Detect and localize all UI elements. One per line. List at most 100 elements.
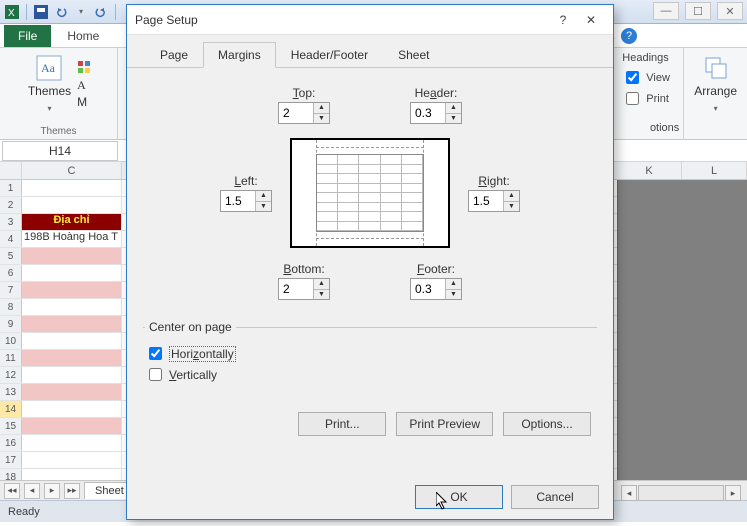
cell[interactable] — [22, 282, 122, 298]
cell[interactable] — [22, 384, 122, 400]
spin-down-icon[interactable]: ▼ — [504, 202, 519, 212]
row-header[interactable]: 6 — [0, 265, 22, 281]
bottom-margin-spinner[interactable]: ▲▼ — [278, 278, 330, 300]
column-header-k[interactable]: K — [617, 162, 682, 179]
tab-page[interactable]: Page — [145, 42, 203, 68]
tab-margins[interactable]: Margins — [203, 42, 276, 68]
view-headings-input[interactable] — [626, 71, 639, 84]
column-header-c[interactable]: C — [22, 162, 122, 179]
cell[interactable]: 198B Hoàng Hoa T — [22, 231, 122, 247]
scroll-track[interactable] — [638, 485, 724, 501]
cell[interactable] — [22, 469, 122, 480]
name-box[interactable]: H14 — [2, 141, 118, 161]
sheet-nav-first[interactable]: ◂◂ — [4, 483, 20, 499]
row-header[interactable]: 13 — [0, 384, 22, 400]
cell[interactable] — [22, 333, 122, 349]
scroll-right-button[interactable]: ▸ — [725, 485, 741, 501]
column-header-l[interactable]: L — [682, 162, 747, 179]
horizontal-scrollbar[interactable]: ◂ ▸ — [621, 484, 741, 502]
spin-up-icon[interactable]: ▲ — [446, 279, 461, 290]
center-horizontally-input[interactable] — [149, 347, 162, 360]
bottom-margin-input[interactable] — [279, 279, 313, 299]
row-header[interactable]: 7 — [0, 282, 22, 298]
cancel-button[interactable]: Cancel — [511, 485, 599, 509]
cell[interactable] — [22, 180, 122, 196]
dialog-help-button[interactable]: ? — [549, 9, 577, 31]
cell[interactable] — [22, 316, 122, 332]
dialog-titlebar[interactable]: Page Setup ? ✕ — [127, 5, 613, 35]
row-header[interactable]: 3 — [0, 214, 22, 230]
print-preview-button[interactable]: Print Preview — [396, 412, 493, 436]
spin-down-icon[interactable]: ▼ — [446, 290, 461, 300]
right-margin-spinner[interactable]: ▲▼ — [468, 190, 520, 212]
cell[interactable] — [22, 197, 122, 213]
sheet-nav-prev[interactable]: ◂ — [24, 483, 40, 499]
theme-fonts-button[interactable]: A — [77, 78, 93, 93]
dialog-close-button[interactable]: ✕ — [577, 9, 605, 31]
row-header[interactable]: 4 — [0, 231, 22, 247]
right-margin-input[interactable] — [469, 191, 503, 211]
header-margin-spinner[interactable]: ▲▼ — [410, 102, 462, 124]
scroll-left-button[interactable]: ◂ — [621, 485, 637, 501]
row-header[interactable]: 1 — [0, 180, 22, 196]
tab-header-footer[interactable]: Header/Footer — [276, 42, 383, 68]
cell[interactable] — [22, 265, 122, 281]
select-all-corner[interactable] — [0, 162, 22, 179]
row-header[interactable]: 12 — [0, 367, 22, 383]
center-vertically-input[interactable] — [149, 368, 162, 381]
header-margin-input[interactable] — [411, 103, 445, 123]
window-maximize-button[interactable]: ☐ — [685, 2, 711, 20]
theme-effects-button[interactable]: M — [77, 95, 93, 109]
sheet-nav-next[interactable]: ▸ — [44, 483, 60, 499]
undo-icon[interactable] — [53, 4, 69, 20]
left-margin-input[interactable] — [221, 191, 255, 211]
footer-margin-input[interactable] — [411, 279, 445, 299]
print-button[interactable]: Print... — [298, 412, 386, 436]
cell[interactable]: Địa chỉ — [22, 214, 122, 230]
center-horizontally-checkbox[interactable]: Horizontally — [145, 344, 595, 363]
redo-icon[interactable] — [93, 4, 109, 20]
home-tab[interactable]: Home — [57, 25, 109, 47]
cell[interactable] — [22, 452, 122, 468]
spin-down-icon[interactable]: ▼ — [446, 114, 461, 124]
window-close-button[interactable]: ✕ — [717, 2, 743, 20]
cell[interactable] — [22, 401, 122, 417]
arrange-button[interactable]: Arrange — [690, 52, 741, 116]
spin-up-icon[interactable]: ▲ — [256, 191, 271, 202]
row-header[interactable]: 9 — [0, 316, 22, 332]
row-header[interactable]: 16 — [0, 435, 22, 451]
print-headings-checkbox[interactable]: Print — [622, 89, 679, 108]
row-header[interactable]: 14 — [0, 401, 22, 417]
ok-button[interactable]: OK — [415, 485, 503, 509]
cell[interactable] — [22, 248, 122, 264]
spin-up-icon[interactable]: ▲ — [446, 103, 461, 114]
row-header[interactable]: 2 — [0, 197, 22, 213]
spin-up-icon[interactable]: ▲ — [314, 103, 329, 114]
footer-margin-spinner[interactable]: ▲▼ — [410, 278, 462, 300]
row-header[interactable]: 8 — [0, 299, 22, 315]
cell[interactable] — [22, 350, 122, 366]
cell[interactable] — [22, 418, 122, 434]
tab-sheet[interactable]: Sheet — [383, 42, 444, 68]
spin-down-icon[interactable]: ▼ — [314, 114, 329, 124]
row-header[interactable]: 5 — [0, 248, 22, 264]
sheet-nav-last[interactable]: ▸▸ — [64, 483, 80, 499]
file-tab[interactable]: File — [4, 25, 51, 47]
left-margin-spinner[interactable]: ▲▼ — [220, 190, 272, 212]
cell[interactable] — [22, 367, 122, 383]
help-icon[interactable]: ? — [621, 28, 637, 44]
cell[interactable] — [22, 299, 122, 315]
row-header[interactable]: 15 — [0, 418, 22, 434]
spin-down-icon[interactable]: ▼ — [314, 290, 329, 300]
row-header[interactable]: 18 — [0, 469, 22, 480]
row-header[interactable]: 11 — [0, 350, 22, 366]
spin-up-icon[interactable]: ▲ — [504, 191, 519, 202]
window-minimize-button[interactable]: — — [653, 2, 679, 20]
top-margin-input[interactable] — [279, 103, 313, 123]
print-headings-input[interactable] — [626, 92, 639, 105]
theme-colors-button[interactable] — [77, 60, 93, 76]
view-headings-checkbox[interactable]: View — [622, 68, 679, 87]
themes-button[interactable]: Aa Themes — [24, 52, 75, 116]
save-icon[interactable] — [33, 4, 49, 20]
options-button[interactable]: Options... — [503, 412, 591, 436]
